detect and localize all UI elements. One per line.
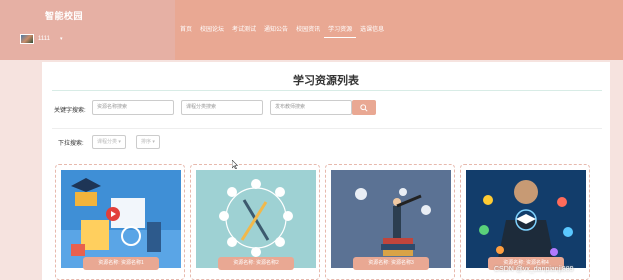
content-panel: 学习资源列表 关键字搜索: 资源名称搜索 课程分类搜索 发布教师搜索 下拉搜索:… bbox=[42, 62, 610, 280]
resource-card[interactable]: 资源名称: 资源名称2 bbox=[190, 164, 320, 280]
resource-thumbnail bbox=[61, 170, 181, 268]
nav-exam[interactable]: 考试测试 bbox=[228, 24, 260, 38]
section-divider bbox=[52, 128, 602, 129]
nav-courses[interactable]: 选课信息 bbox=[356, 24, 388, 38]
nav-news[interactable]: 校园资讯 bbox=[292, 24, 324, 38]
resource-caption: 资源名称: 资源名称3 bbox=[353, 257, 429, 270]
category-dropdown-value: 课程分类 bbox=[97, 139, 118, 145]
category-dropdown[interactable]: 课程分类 ▾ bbox=[92, 135, 126, 149]
chevron-down-icon: ▾ bbox=[118, 139, 121, 145]
search-button[interactable] bbox=[352, 100, 376, 115]
search-bar: 关键字搜索: bbox=[54, 100, 86, 118]
nav-resources[interactable]: 学习资源 bbox=[324, 24, 357, 38]
sort-dropdown-value: 排序 bbox=[141, 139, 152, 145]
mouse-cursor-icon bbox=[232, 160, 238, 169]
resource-card[interactable]: 资源名称: 资源名称1 bbox=[55, 164, 185, 280]
page-title: 学习资源列表 bbox=[293, 75, 359, 87]
search-label: 关键字搜索: bbox=[54, 107, 86, 114]
chevron-down-icon: ▾ bbox=[60, 36, 63, 42]
resource-thumbnail bbox=[466, 170, 586, 268]
main-nav: 首页 校园论坛 考试测试 通知公告 校园资讯 学习资源 选课信息 bbox=[176, 24, 388, 38]
teacher-search-input[interactable]: 发布教师搜索 bbox=[270, 100, 352, 115]
nav-notice[interactable]: 通知公告 bbox=[260, 24, 292, 38]
chevron-down-icon: ▾ bbox=[152, 139, 155, 145]
resource-name-search-input[interactable]: 资源名称搜索 bbox=[92, 100, 174, 115]
watermark: CSDN @vx_danpianji889 bbox=[494, 266, 574, 273]
resource-caption: 资源名称: 资源名称2 bbox=[218, 257, 294, 270]
user-name: 1111 bbox=[38, 36, 51, 42]
category-search-input[interactable]: 课程分类搜索 bbox=[181, 100, 263, 115]
site-brand[interactable]: 智能校园 bbox=[45, 9, 83, 22]
resource-thumbnail bbox=[331, 170, 451, 268]
brand-zone: 智能校园 1111 ▾ bbox=[0, 0, 175, 60]
resource-thumbnail bbox=[196, 170, 316, 268]
avatar bbox=[20, 34, 34, 44]
nav-forum[interactable]: 校园论坛 bbox=[196, 24, 228, 38]
search-icon bbox=[360, 103, 368, 112]
title-divider bbox=[52, 90, 602, 91]
nav-home[interactable]: 首页 bbox=[176, 24, 196, 38]
user-menu[interactable]: 1111 ▾ bbox=[20, 34, 63, 44]
resource-card[interactable]: 资源名称: 资源名称3 bbox=[325, 164, 455, 280]
resource-card[interactable]: 资源名称: 资源名称4 bbox=[460, 164, 590, 280]
sort-dropdown[interactable]: 排序 ▾ bbox=[136, 135, 160, 149]
filter-label: 下拉搜索: bbox=[58, 141, 84, 147]
top-header: 智能校园 1111 ▾ 首页 校园论坛 考试测试 通知公告 校园资讯 学习资源 … bbox=[0, 0, 623, 60]
resource-caption: 资源名称: 资源名称1 bbox=[83, 257, 159, 270]
